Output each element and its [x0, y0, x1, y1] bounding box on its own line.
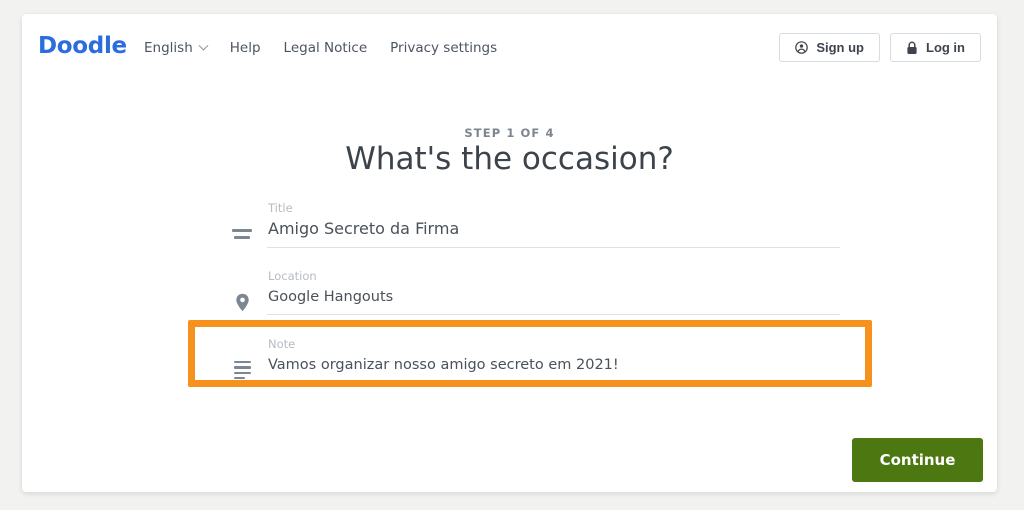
title-input[interactable]	[267, 217, 840, 248]
field-title-label: Title	[268, 201, 293, 215]
field-location: Location	[222, 267, 842, 335]
sign-up-button[interactable]: Sign up	[779, 33, 880, 62]
doodle-logo[interactable]: Doodle	[38, 33, 127, 59]
title-lines-icon	[230, 221, 254, 247]
auth-buttons: Sign up Log in	[779, 33, 981, 62]
field-title-body: Title	[267, 199, 840, 248]
page-title: What's the occasion?	[345, 141, 674, 177]
nav-item-privacy-settings[interactable]: Privacy settings	[390, 40, 497, 56]
sign-up-label: Sign up	[816, 40, 864, 55]
lock-icon	[906, 41, 918, 55]
chevron-down-icon	[198, 40, 209, 51]
user-icon	[795, 41, 809, 54]
top-navigation: English Help Legal Notice Privacy settin…	[144, 40, 497, 56]
signup-card: Doodle English Help Legal Notice Privacy…	[22, 14, 997, 492]
nav-item-language[interactable]: English	[144, 40, 209, 56]
nav-item-language-label: English	[144, 40, 193, 56]
field-title: Title	[222, 199, 842, 267]
page-header: Doodle English Help Legal Notice Privacy…	[22, 14, 997, 82]
note-lines-icon	[230, 357, 254, 383]
field-location-body: Location	[267, 267, 840, 315]
field-note: Note	[222, 335, 842, 403]
nav-item-legal-notice[interactable]: Legal Notice	[284, 40, 368, 56]
field-note-body: Note	[267, 335, 840, 383]
continue-button[interactable]: Continue	[852, 438, 983, 482]
map-pin-icon	[230, 289, 254, 315]
log-in-button[interactable]: Log in	[890, 33, 981, 62]
location-input[interactable]	[267, 285, 840, 315]
note-input[interactable]	[267, 353, 840, 383]
field-note-label: Note	[268, 337, 296, 351]
occasion-form: Title Location	[222, 199, 842, 403]
step-indicator: STEP 1 OF 4	[464, 126, 555, 140]
nav-item-help[interactable]: Help	[230, 40, 261, 56]
field-location-label: Location	[268, 269, 317, 283]
log-in-label: Log in	[926, 40, 965, 55]
